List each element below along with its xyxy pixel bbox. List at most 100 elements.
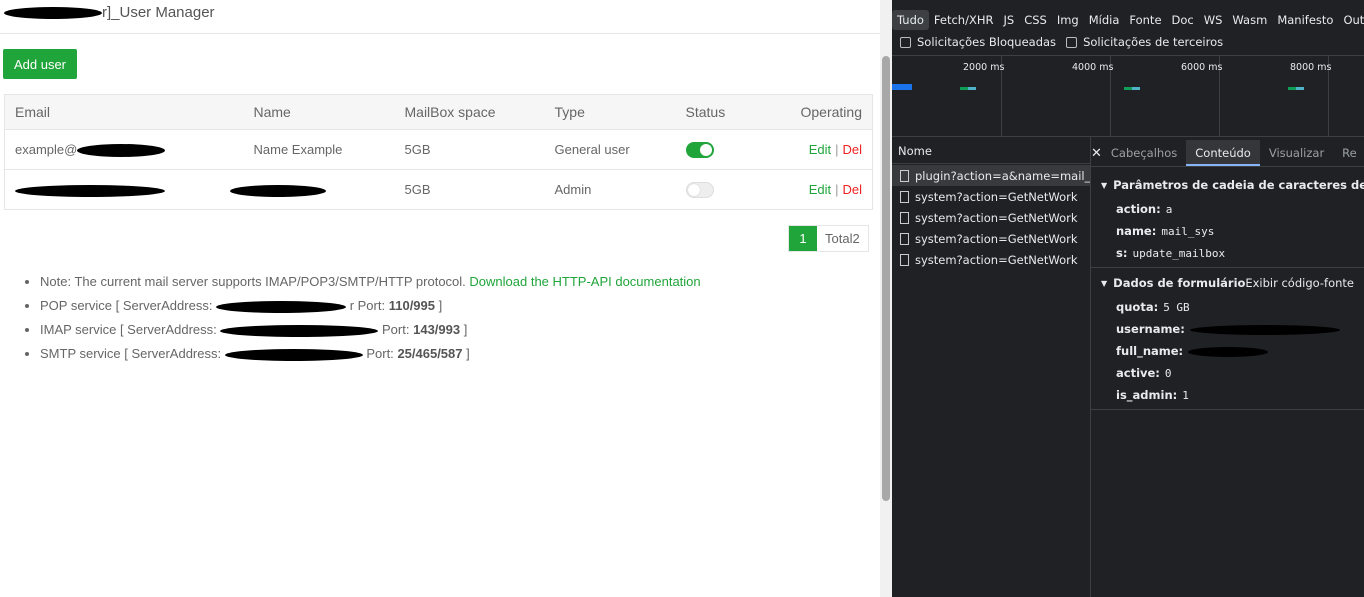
third-party-requests-option[interactable]: Solicitações de terceiros: [1066, 35, 1223, 49]
cell-type: Admin: [544, 169, 676, 210]
panel-divider[interactable]: [1090, 137, 1091, 597]
request-item[interactable]: plugin?action=a&name=mail_...: [892, 165, 1090, 186]
edit-link[interactable]: Edit: [809, 182, 831, 197]
redacted-block: [1188, 346, 1269, 357]
tab-headers[interactable]: Cabeçalhos: [1102, 140, 1186, 166]
cell-operating: Edit | Del: [790, 169, 873, 210]
param-value: 1: [1182, 389, 1189, 402]
redacted-block: [4, 7, 102, 20]
list-item: Note: The current mail server supports I…: [40, 273, 864, 297]
cell-space: 5GB: [394, 169, 545, 210]
request-item[interactable]: system?action=GetNetWork: [892, 249, 1090, 270]
redacted-block: [220, 324, 379, 337]
filter-font[interactable]: Fonte: [1124, 10, 1166, 30]
timeline-bar: [968, 87, 976, 90]
filter-img[interactable]: Img: [1052, 10, 1084, 30]
param-key: full_name:: [1116, 344, 1184, 358]
query-param-row: s: update_mailbox: [1116, 246, 1225, 260]
filter-all[interactable]: Tudo: [892, 10, 929, 30]
form-param-row: full_name:: [1116, 344, 1269, 358]
param-key: quota:: [1116, 300, 1159, 314]
header-mailbox-space: MailBox space: [394, 94, 545, 130]
delete-link[interactable]: Del: [842, 182, 862, 197]
cell-status: [675, 129, 791, 170]
close-icon[interactable]: ✕: [1091, 146, 1102, 161]
imap-port: 143/993: [413, 322, 461, 337]
users-table: Email Name MailBox space Type Status Ope…: [4, 94, 873, 210]
file-icon: [900, 190, 909, 203]
timeline-label: 8000 ms: [1290, 62, 1332, 73]
filter-other[interactable]: Outro: [1338, 10, 1364, 30]
pop-port-label: r Port:: [349, 298, 386, 313]
form-data-section-header[interactable]: ▼ Dados de formulário Exibir código-font…: [1091, 272, 1364, 294]
add-user-button[interactable]: Add user: [3, 49, 77, 79]
file-icon: [900, 232, 909, 245]
total-count: Total2: [825, 231, 860, 246]
file-icon: [900, 253, 909, 266]
request-item[interactable]: system?action=GetNetWork: [892, 207, 1090, 228]
list-item: POP service [ ServerAddress: r Port: 110…: [40, 297, 864, 321]
section-divider: [1091, 267, 1364, 268]
status-toggle[interactable]: [685, 141, 714, 158]
query-params-title: Parâmetros de cadeia de caracteres de co…: [1113, 178, 1364, 192]
http-api-doc-link[interactable]: Download the HTTP-API documentation: [469, 274, 700, 289]
checkbox[interactable]: [1066, 36, 1078, 48]
filter-media[interactable]: Mídia: [1084, 10, 1125, 30]
filter-doc[interactable]: Doc: [1167, 10, 1199, 30]
cell-type: General user: [544, 129, 676, 170]
timeline-label: 4000 ms: [1072, 62, 1114, 73]
filter-manifest[interactable]: Manifesto: [1272, 10, 1338, 30]
param-key: action:: [1116, 202, 1161, 216]
bracket-close: ]: [466, 346, 470, 361]
filter-fetch-xhr[interactable]: Fetch/XHR: [929, 10, 999, 30]
request-name-header[interactable]: Nome: [892, 140, 1090, 164]
filter-js[interactable]: JS: [998, 10, 1019, 30]
request-item[interactable]: system?action=GetNetWork: [892, 186, 1090, 207]
delete-link[interactable]: Del: [842, 142, 862, 157]
section-divider: [1091, 409, 1364, 410]
blocked-requests-option[interactable]: Solicitações Bloqueadas: [900, 35, 1056, 49]
edit-link[interactable]: Edit: [809, 142, 831, 157]
request-item[interactable]: system?action=GetNetWork: [892, 228, 1090, 249]
request-detail-tabs: ✕ Cabeçalhos Conteúdo Visualizar Re: [1091, 140, 1364, 167]
param-value: a: [1165, 203, 1173, 216]
filter-ws[interactable]: WS: [1199, 10, 1228, 30]
pop-label: POP service [ ServerAddress:: [40, 298, 213, 313]
cell-email: example@: [4, 129, 244, 170]
toggle-knob: [699, 143, 712, 156]
filter-css[interactable]: CSS: [1019, 10, 1052, 30]
param-key: username:: [1116, 322, 1185, 336]
table-row: example@ Name Example 5GB General user E…: [4, 129, 873, 170]
query-param-row: action: a: [1116, 202, 1172, 216]
param-key: is_admin:: [1116, 388, 1178, 402]
user-manager-panel: r]_User Manager Add user Email Name Mail…: [0, 0, 880, 597]
page-scrollbar[interactable]: [880, 0, 892, 597]
header-email: Email: [4, 94, 244, 130]
redacted-block: [216, 300, 347, 313]
tab-preview[interactable]: Visualizar: [1260, 140, 1333, 166]
bracket-close: ]: [463, 322, 468, 337]
blocked-requests-label: Solicitações Bloqueadas: [917, 35, 1057, 49]
email-text: example@: [15, 141, 78, 157]
smtp-port-label: Port:: [366, 346, 394, 361]
query-params-section-header[interactable]: ▼ Parâmetros de cadeia de caracteres de …: [1091, 174, 1364, 196]
triangle-down-icon: ▼: [1101, 278, 1108, 288]
scrollbar-thumb[interactable]: [882, 56, 890, 501]
tab-payload[interactable]: Conteúdo: [1186, 140, 1260, 166]
network-timeline[interactable]: 2000 ms 4000 ms 6000 ms 8000 ms: [892, 55, 1364, 137]
redacted-block: [77, 144, 166, 158]
checkbox[interactable]: [900, 36, 911, 48]
header-status: Status: [675, 94, 791, 130]
param-key: active:: [1116, 366, 1160, 380]
status-toggle[interactable]: [685, 181, 714, 198]
page-button-1[interactable]: 1: [789, 226, 817, 251]
param-key: s:: [1116, 246, 1128, 260]
form-param-row: is_admin: 1: [1116, 388, 1189, 402]
table-row: 5GB Admin Edit | Del: [4, 169, 873, 210]
view-source-button[interactable]: Exibir código-fonte: [1245, 276, 1354, 290]
tab-response[interactable]: Re: [1333, 140, 1364, 166]
cell-name: Name Example: [243, 129, 395, 170]
filter-wasm[interactable]: Wasm: [1227, 10, 1272, 30]
timeline-label: 6000 ms: [1181, 62, 1223, 73]
redacted-block: [15, 184, 165, 197]
